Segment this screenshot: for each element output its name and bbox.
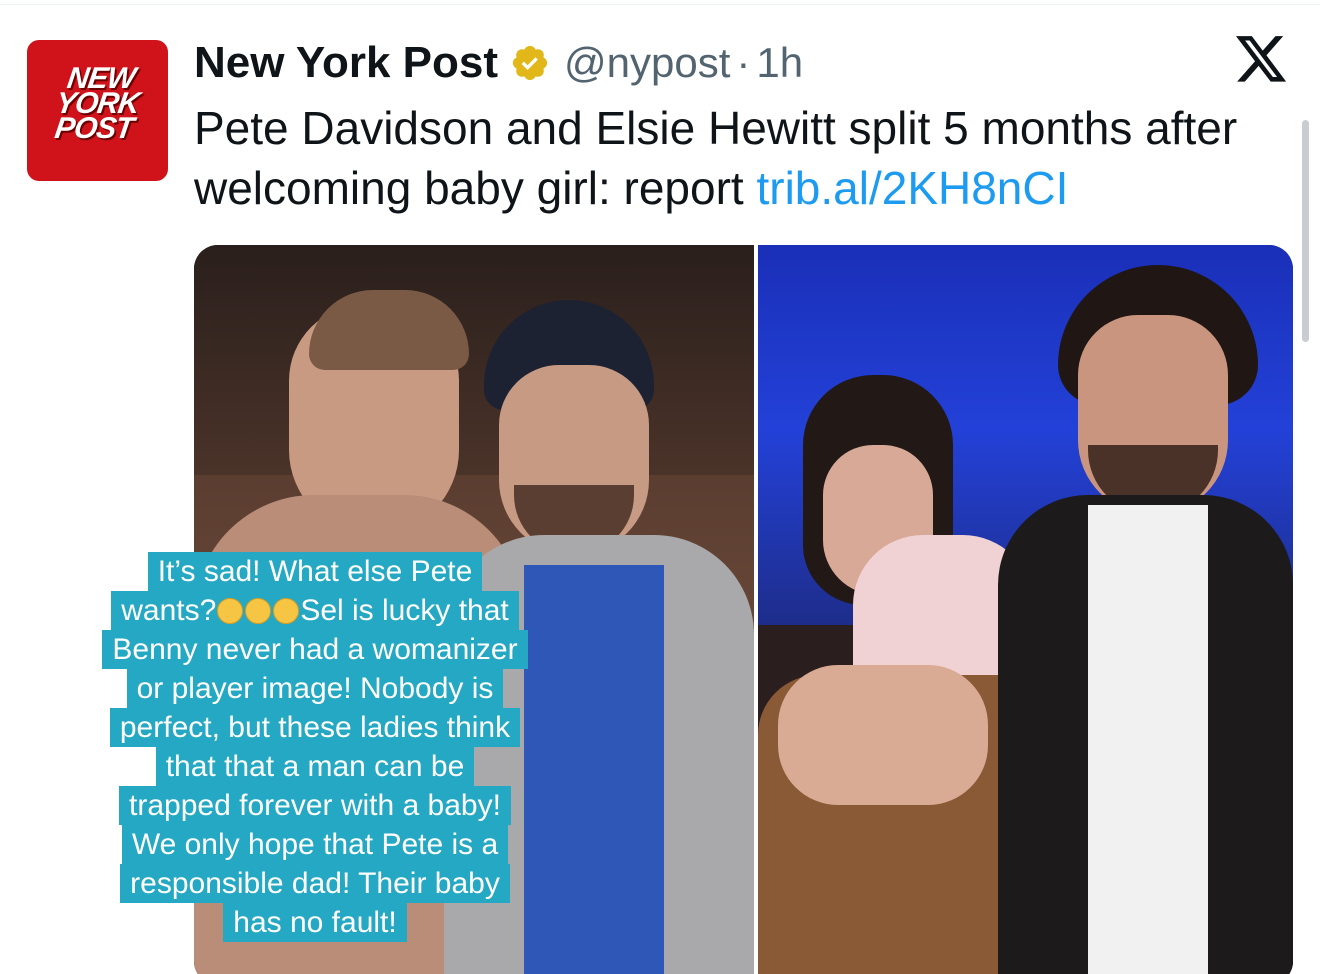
caption-line: responsible dad! Their baby xyxy=(120,864,510,903)
tweet-header: New York Post @nypost · 1h xyxy=(194,36,803,90)
avatar-line-3: POST xyxy=(52,112,136,145)
relieved-emoji-icon xyxy=(245,598,272,624)
timestamp[interactable]: 1h xyxy=(756,39,803,87)
verified-badge-icon xyxy=(512,45,548,81)
relieved-emoji-icon xyxy=(273,598,300,624)
caption-line-part: wants? xyxy=(121,594,217,627)
grimace-emoji-icon xyxy=(217,598,244,624)
divider xyxy=(0,4,1320,5)
tweet-card: NEW YORK POST New York Post @nypost · 1h… xyxy=(0,0,1320,974)
caption-line: Benny never had a womanizer xyxy=(102,630,528,669)
caption-line: or player image! Nobody is xyxy=(126,669,504,708)
caption-line-part: Sel is lucky that xyxy=(300,594,509,627)
caption-line: that that a man can be xyxy=(155,747,475,786)
photo-right[interactable] xyxy=(758,245,1293,974)
x-logo-icon[interactable] xyxy=(1236,36,1288,84)
display-name[interactable]: New York Post xyxy=(194,38,498,88)
tweet-body: Pete Davidson and Elsie Hewitt split 5 m… xyxy=(194,102,1238,214)
avatar[interactable]: NEW YORK POST xyxy=(27,40,168,181)
handle[interactable]: @nypost xyxy=(564,39,730,87)
separator-dot: · xyxy=(736,39,751,86)
caption-overlay: It’s sad! What else Pete wants? Sel is lu… xyxy=(80,552,550,942)
photo-figure xyxy=(1088,505,1208,974)
avatar-logo-text: NEW YORK POST xyxy=(27,62,168,145)
photo-figure xyxy=(778,665,988,805)
caption-line: trapped forever with a baby! xyxy=(119,786,511,825)
tweet-text: Pete Davidson and Elsie Hewitt split 5 m… xyxy=(194,98,1304,218)
caption-line: wants? Sel is lucky that xyxy=(111,591,519,630)
photo-background xyxy=(194,245,754,475)
caption-line: It’s sad! What else Pete xyxy=(147,552,483,591)
caption-line: We only hope that Pete is a xyxy=(121,825,509,864)
scrollbar[interactable] xyxy=(1302,120,1309,342)
caption-line: has no fault! xyxy=(223,903,407,942)
tweet-link[interactable]: trib.al/2KH8nCI xyxy=(756,162,1068,214)
caption-line: perfect, but these ladies think xyxy=(109,708,521,747)
